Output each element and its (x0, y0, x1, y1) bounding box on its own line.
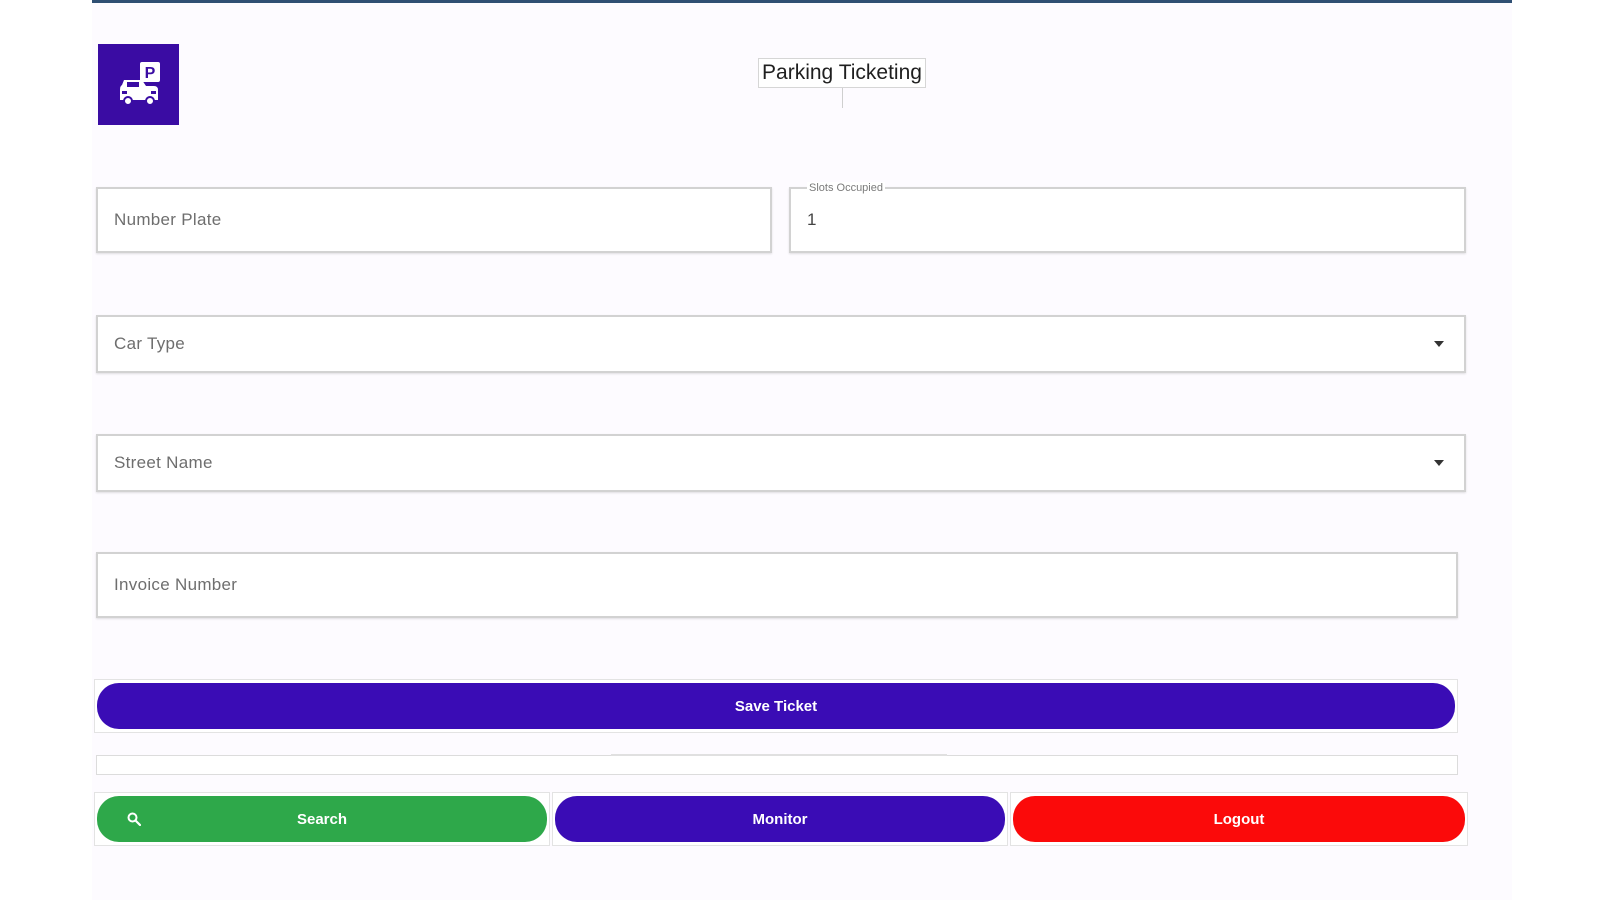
monitor-button[interactable]: Monitor (555, 796, 1005, 842)
logo: P (98, 44, 179, 125)
logout-button[interactable]: Logout (1013, 796, 1465, 842)
logout-container: Logout (1010, 792, 1468, 846)
street-name-placeholder: Street Name (114, 453, 213, 472)
save-ticket-button[interactable]: Save Ticket (97, 683, 1455, 729)
progress-bar (96, 754, 1458, 775)
header: Parking Ticketing (752, 58, 932, 108)
slots-occupied-value: 1 (807, 210, 817, 229)
save-ticket-container: Save Ticket (94, 679, 1458, 733)
number-plate-field[interactable]: Number Plate (96, 187, 772, 253)
street-name-select[interactable]: Street Name (96, 434, 1466, 492)
car-type-select[interactable]: Car Type (96, 315, 1466, 373)
number-plate-placeholder: Number Plate (114, 210, 222, 229)
car-parking-icon: P (119, 61, 160, 106)
chevron-down-icon (1434, 460, 1444, 466)
monitor-container: Monitor (552, 792, 1008, 846)
search-container: Search (94, 792, 550, 846)
invoice-number-placeholder: Invoice Number (114, 575, 238, 594)
invoice-number-field[interactable]: Invoice Number (96, 552, 1458, 618)
svg-text:P: P (144, 65, 155, 82)
title-divider (841, 88, 843, 108)
search-icon (127, 812, 141, 826)
car-type-placeholder: Car Type (114, 334, 186, 353)
search-button[interactable]: Search (97, 796, 547, 842)
search-button-label: Search (296, 810, 348, 828)
slots-occupied-label: Slots Occupied (807, 182, 885, 194)
app-screen: P Parking Ticketing Number Plate Slots O… (92, 0, 1512, 900)
chevron-down-icon (1434, 341, 1444, 347)
page-title: Parking Ticketing (758, 58, 926, 88)
progress-indicator (611, 754, 947, 756)
slots-occupied-field[interactable]: Slots Occupied 1 (789, 182, 1466, 253)
